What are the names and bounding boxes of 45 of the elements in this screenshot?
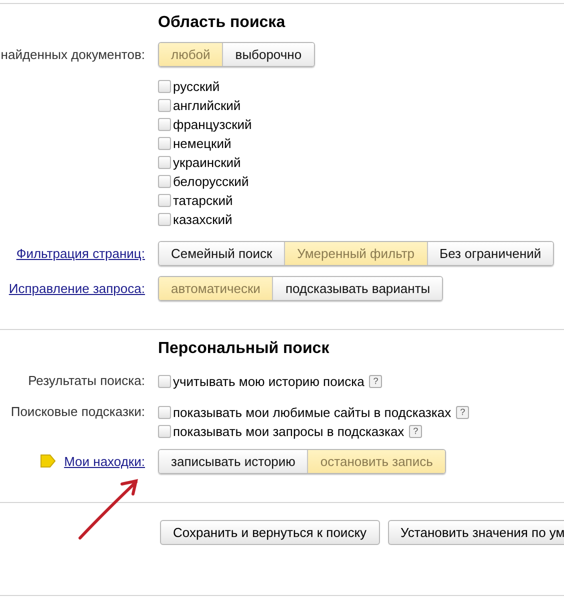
settings-link[interactable]: Фильтрация страниц: [16, 246, 145, 261]
checkbox[interactable] [158, 194, 171, 207]
checkbox-label: немецкий [173, 136, 232, 151]
section-title: Область поиска [158, 14, 286, 32]
checkbox[interactable] [158, 118, 171, 131]
checkbox[interactable] [158, 213, 171, 226]
checkbox-label: русский [173, 79, 220, 94]
action-button[interactable]: Установить значения по ум [388, 520, 564, 545]
segment-button[interactable]: Семейный поиск [159, 242, 284, 265]
checkbox[interactable] [158, 375, 171, 388]
field-label: Результаты поиска: [28, 373, 145, 388]
checkbox[interactable] [158, 80, 171, 93]
checkbox-label: татарский [173, 193, 233, 208]
segment-button[interactable]: любой [159, 43, 222, 66]
segment-button[interactable]: записывать историю [159, 450, 308, 473]
segment-button[interactable]: подсказывать варианты [272, 277, 442, 300]
checkbox[interactable] [158, 406, 171, 419]
action-button[interactable]: Сохранить и вернуться к поиску [160, 520, 380, 545]
checkbox-label: украинский [173, 155, 241, 170]
segment-button[interactable]: остановить запись [307, 450, 445, 473]
segment-button[interactable]: Умеренный фильтр [284, 242, 427, 265]
checkbox-label: английский [173, 98, 241, 113]
tag-icon [40, 454, 56, 468]
section-title: Персональный поиск [158, 340, 330, 358]
settings-link[interactable]: Мои находки: [64, 454, 145, 469]
help-icon[interactable]: ? [369, 375, 382, 388]
help-icon[interactable]: ? [409, 425, 422, 438]
checkbox-label: французский [173, 117, 252, 132]
segment-button[interactable]: Без ограничений [426, 242, 554, 265]
field-label: Поисковые подсказки: [10, 404, 145, 419]
checkbox[interactable] [158, 99, 171, 112]
checkbox[interactable] [158, 425, 171, 438]
checkbox-label: белорусский [173, 174, 249, 189]
help-icon[interactable]: ? [456, 406, 470, 419]
field-label: найденных документов: [0, 47, 145, 62]
checkbox-label: казахский [173, 212, 232, 227]
settings-link[interactable]: Исправление запроса: [8, 281, 145, 296]
segment-button[interactable]: выборочно [222, 43, 314, 66]
checkbox-label: показывать мои запросы в подсказках [173, 424, 404, 439]
checkbox[interactable] [158, 175, 171, 188]
checkbox-label: показывать мои любимые сайты в подсказках [173, 405, 452, 420]
checkbox[interactable] [158, 137, 171, 150]
checkbox[interactable] [158, 156, 171, 169]
segment-button[interactable]: автоматически [159, 277, 272, 300]
checkbox-label: учитывать мою историю поиска [173, 374, 364, 389]
